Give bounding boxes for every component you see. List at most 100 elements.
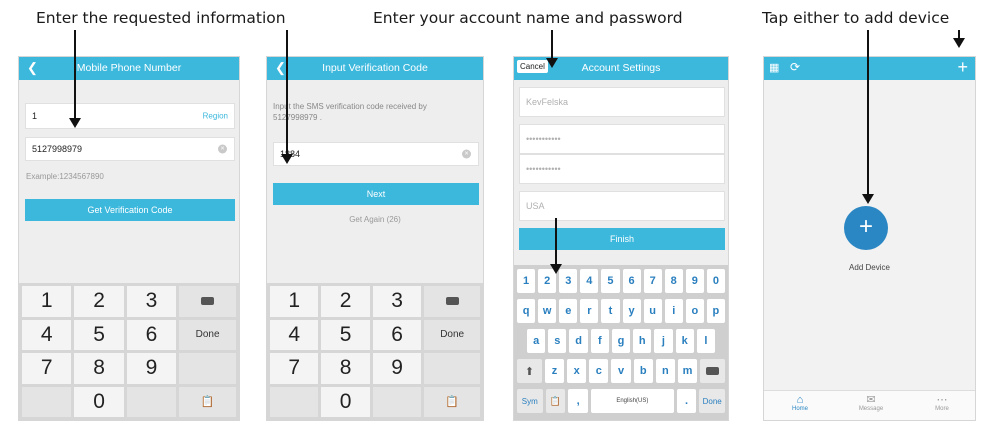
key-0[interactable]: 0 bbox=[74, 386, 124, 417]
key-3[interactable]: 3 bbox=[126, 286, 177, 317]
key[interactable]: y bbox=[622, 299, 641, 323]
key-2[interactable]: 2 bbox=[74, 286, 124, 317]
key[interactable]: d bbox=[569, 329, 588, 353]
shift-key[interactable]: ⬆ bbox=[516, 359, 542, 383]
period-key[interactable]: . bbox=[676, 389, 697, 413]
arrow-head bbox=[281, 154, 293, 164]
next-button[interactable]: Next bbox=[273, 183, 479, 205]
key-5[interactable]: 5 bbox=[321, 319, 370, 350]
key-7[interactable]: 7 bbox=[22, 353, 72, 384]
done-key[interactable]: Done bbox=[179, 319, 236, 350]
key[interactable]: b bbox=[633, 359, 653, 383]
tab-message[interactable]: ✉ Message bbox=[841, 394, 901, 412]
key-1[interactable]: 1 bbox=[22, 286, 72, 317]
key[interactable]: 8 bbox=[664, 269, 683, 293]
key[interactable]: u bbox=[643, 299, 662, 323]
blank-key[interactable] bbox=[270, 386, 319, 417]
key[interactable]: f bbox=[590, 329, 609, 353]
key[interactable]: z bbox=[544, 359, 565, 383]
key[interactable]: l bbox=[696, 329, 715, 353]
country-code-field[interactable]: 1 Region bbox=[25, 103, 235, 129]
blank-key[interactable] bbox=[424, 353, 480, 384]
key[interactable]: t bbox=[601, 299, 620, 323]
key[interactable]: v bbox=[611, 359, 631, 383]
backspace-key[interactable] bbox=[700, 359, 726, 383]
numeric-keypad: 1 2 3 4 5 6 Done 7 8 9 0 📋 bbox=[267, 283, 483, 420]
blank-key[interactable] bbox=[372, 386, 422, 417]
key-1[interactable]: 1 bbox=[270, 286, 319, 317]
confirm-password-field[interactable]: ••••••••••• bbox=[519, 154, 725, 184]
clipboard-key[interactable]: 📋 bbox=[179, 386, 236, 417]
add-device-plus-icon[interactable]: + bbox=[957, 57, 968, 78]
add-device-button[interactable]: + bbox=[844, 206, 888, 250]
refresh-icon[interactable]: ⟳ bbox=[790, 60, 800, 74]
space-key[interactable]: English(US) bbox=[590, 389, 674, 413]
clipboard-key[interactable]: 📋 bbox=[424, 386, 480, 417]
key[interactable]: 7 bbox=[643, 269, 662, 293]
clear-icon[interactable]: × bbox=[218, 144, 227, 154]
qwerty-keyboard: 1 2 3 4 5 6 7 8 9 0 q w e r t y u i o p … bbox=[514, 265, 728, 420]
verification-code-field[interactable]: 1884 × bbox=[273, 142, 479, 166]
key[interactable]: 0 bbox=[706, 269, 725, 293]
key[interactable]: a bbox=[527, 329, 546, 353]
key[interactable]: k bbox=[675, 329, 694, 353]
key[interactable]: x bbox=[567, 359, 587, 383]
scan-icon[interactable]: ▦ bbox=[769, 61, 779, 74]
sym-key[interactable]: Sym bbox=[517, 389, 543, 413]
screen-input-verification-code: ❮ Input Verification Code Input the SMS … bbox=[266, 56, 484, 421]
key-6[interactable]: 6 bbox=[372, 319, 422, 350]
key[interactable]: o bbox=[685, 299, 704, 323]
key[interactable]: 6 bbox=[622, 269, 641, 293]
get-again-link[interactable]: Get Again (26) bbox=[267, 215, 483, 224]
key[interactable]: n bbox=[655, 359, 675, 383]
region-link[interactable]: Region bbox=[203, 112, 228, 121]
key[interactable]: q bbox=[517, 299, 536, 323]
password-field[interactable]: ••••••••••• bbox=[519, 124, 725, 154]
key[interactable]: 5 bbox=[601, 269, 620, 293]
key[interactable]: w bbox=[538, 299, 557, 323]
blank-key[interactable] bbox=[179, 353, 236, 384]
done-key[interactable]: Done bbox=[424, 319, 480, 350]
key-2[interactable]: 2 bbox=[321, 286, 370, 317]
comma-key[interactable]: , bbox=[568, 389, 588, 413]
key[interactable]: 9 bbox=[685, 269, 704, 293]
clear-icon[interactable]: × bbox=[462, 149, 471, 159]
clipboard-key[interactable]: 📋 bbox=[545, 389, 566, 413]
done-key[interactable]: Done bbox=[699, 389, 725, 413]
tab-home[interactable]: ⌂ Home bbox=[770, 394, 830, 412]
key[interactable]: g bbox=[611, 329, 631, 353]
backspace-key[interactable] bbox=[424, 286, 480, 317]
tab-more[interactable]: ⋯ More bbox=[912, 394, 972, 412]
key-4[interactable]: 4 bbox=[270, 319, 319, 350]
key[interactable]: r bbox=[580, 299, 599, 323]
get-verification-code-button[interactable]: Get Verification Code bbox=[25, 199, 235, 221]
key-0[interactable]: 0 bbox=[321, 386, 370, 417]
blank-key[interactable] bbox=[126, 386, 177, 417]
key-8[interactable]: 8 bbox=[74, 353, 124, 384]
key-4[interactable]: 4 bbox=[22, 319, 72, 350]
key[interactable]: c bbox=[589, 359, 609, 383]
blank-key[interactable] bbox=[22, 386, 72, 417]
key[interactable]: 4 bbox=[580, 269, 599, 293]
key[interactable]: 1 bbox=[517, 269, 536, 293]
key[interactable]: e bbox=[559, 299, 578, 323]
key[interactable]: p bbox=[706, 299, 725, 323]
arrow-line bbox=[286, 30, 288, 154]
key[interactable]: h bbox=[633, 329, 652, 353]
key-7[interactable]: 7 bbox=[270, 353, 319, 384]
finish-button[interactable]: Finish bbox=[519, 228, 725, 250]
country-field[interactable]: USA bbox=[519, 191, 725, 221]
key-6[interactable]: 6 bbox=[126, 319, 177, 350]
key-9[interactable]: 9 bbox=[372, 353, 422, 384]
key[interactable]: m bbox=[677, 359, 698, 383]
key-3[interactable]: 3 bbox=[372, 286, 422, 317]
key-8[interactable]: 8 bbox=[321, 353, 370, 384]
key[interactable]: j bbox=[654, 329, 673, 353]
key-9[interactable]: 9 bbox=[126, 353, 177, 384]
phone-number-field[interactable]: 5127998979 × bbox=[25, 137, 235, 161]
username-field[interactable]: KevFelska bbox=[519, 87, 725, 117]
key[interactable]: i bbox=[664, 299, 683, 323]
key[interactable]: s bbox=[548, 329, 567, 353]
key-5[interactable]: 5 bbox=[74, 319, 124, 350]
backspace-key[interactable] bbox=[179, 286, 236, 317]
